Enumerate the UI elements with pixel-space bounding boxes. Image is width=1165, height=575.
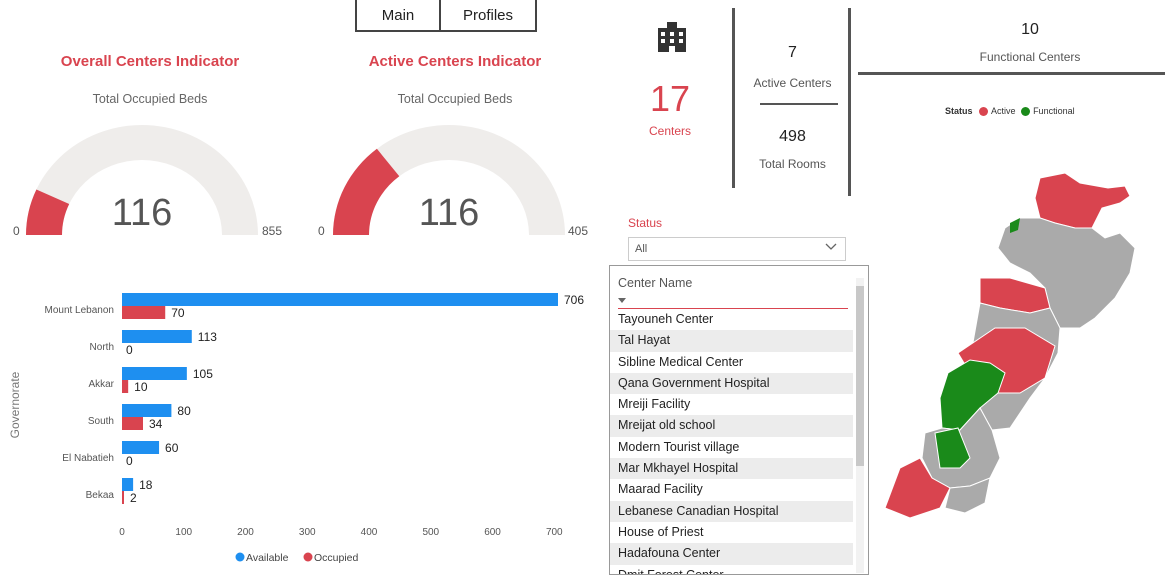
map-legend: Status Active Functional: [945, 106, 1075, 117]
main-button[interactable]: Main: [355, 0, 441, 32]
kpi-divider: [732, 8, 735, 188]
table-row[interactable]: Dmit Forest Center: [610, 565, 853, 574]
centers-label: Centers: [648, 124, 692, 138]
total-rooms-label: Total Rooms: [759, 157, 826, 171]
legend-label: Available: [246, 552, 289, 564]
functional-legend-dot: [1021, 107, 1031, 117]
table-row[interactable]: Tayouneh Center: [610, 309, 853, 330]
map-legend-title: Status: [945, 106, 973, 116]
governorate-bar-chart: Mount Lebanon 706 70 North 113 0 Akkar 105 10 Sou…: [8, 293, 584, 564]
status-dropdown-value: All: [635, 243, 648, 255]
active-gauge-title: Active Centers Indicator: [368, 53, 542, 70]
bar-occupied[interactable]: [122, 380, 129, 393]
data-label: 70: [171, 306, 185, 320]
active-centers-label: Active Centers: [753, 76, 832, 90]
bar-occupied[interactable]: [122, 491, 124, 504]
data-label: 0: [126, 343, 133, 357]
table-row[interactable]: House of Priest: [610, 522, 853, 543]
kpi-divider: [858, 72, 1165, 75]
active-legend-dot: [979, 107, 989, 117]
table-row[interactable]: Tal Hayat: [610, 330, 853, 352]
overall-gauge-title: Overall Centers Indicator: [60, 53, 240, 70]
center-name-table[interactable]: Center Name Tayouneh Center Tal Hayat Sibl…: [609, 265, 869, 575]
table-row[interactable]: Qana Government Hospital: [610, 372, 853, 395]
bar-available[interactable]: [122, 330, 192, 343]
category-label: Mount Lebanon: [44, 305, 114, 316]
table-row[interactable]: Mreiji Facility: [610, 394, 853, 415]
bar-occupied[interactable]: [122, 417, 143, 430]
kpi-divider: [848, 8, 851, 196]
status-dropdown[interactable]: All: [628, 237, 846, 261]
x-tick-label: 600: [484, 527, 501, 538]
bar-available[interactable]: [122, 441, 160, 454]
x-tick-label: 700: [546, 527, 563, 538]
category-label: South: [88, 416, 114, 427]
legend-dot-available: [235, 552, 245, 562]
centers-count: 17: [649, 78, 691, 119]
active-gauge-value: 116: [418, 192, 480, 234]
profiles-button[interactable]: Profiles: [441, 0, 537, 32]
chevron-down-icon: [825, 242, 837, 255]
x-tick-label: 400: [361, 527, 378, 538]
table-row[interactable]: Modern Tourist village: [610, 437, 853, 458]
legend-dot-occupied: [303, 552, 313, 562]
building-icon: [658, 22, 686, 52]
data-label: 105: [193, 367, 213, 381]
x-tick-label: 100: [175, 527, 192, 538]
sort-down-icon[interactable]: [618, 298, 628, 305]
map-legend-functional: Functional: [1033, 106, 1075, 116]
table-scrollbar[interactable]: [856, 278, 864, 573]
active-gauge-min: 0: [318, 224, 325, 238]
data-label: 10: [134, 380, 148, 394]
active-gauge-max: 405: [568, 224, 589, 238]
overall-gauge-min: 0: [13, 224, 20, 238]
center-name-rows: Tayouneh Center Tal Hayat Sibline Medical …: [610, 309, 853, 574]
table-row[interactable]: Sibline Medical Center: [610, 352, 853, 373]
data-label: 60: [165, 441, 179, 455]
data-label: 18: [139, 478, 153, 492]
data-label: 706: [564, 293, 584, 307]
status-slicer-title: Status: [628, 216, 663, 230]
table-row[interactable]: Hadafouna Center: [610, 543, 853, 565]
overall-gauge-value: 116: [111, 192, 173, 234]
data-label: 80: [177, 404, 191, 418]
bar-available[interactable]: [122, 367, 187, 380]
bar-available[interactable]: [122, 478, 134, 491]
data-label: 2: [130, 491, 137, 505]
kpi-divider: [760, 103, 838, 105]
active-centers-count: 7: [788, 44, 797, 61]
category-label: North: [90, 342, 114, 353]
x-tick-label: 300: [299, 527, 316, 538]
map-legend-active: Active: [991, 106, 1016, 116]
x-tick-label: 0: [119, 527, 125, 538]
active-gauge-subtitle: Total Occupied Beds: [397, 92, 513, 106]
functional-centers-count: 10: [1021, 21, 1039, 38]
bar-available[interactable]: [122, 293, 558, 306]
y-axis-label: Governorate: [8, 371, 22, 438]
x-tick-label: 500: [422, 527, 439, 538]
total-rooms-count: 498: [779, 128, 806, 145]
legend-label: Occupied: [314, 552, 359, 564]
overall-gauge-max: 855: [262, 224, 283, 238]
lebanon-map[interactable]: [880, 168, 1140, 523]
table-row[interactable]: Lebanese Canadian Hospital: [610, 500, 853, 522]
table-row[interactable]: Maarad Facility: [610, 479, 853, 500]
category-label: Bekaa: [86, 490, 115, 501]
functional-centers-label: Functional Centers: [979, 50, 1081, 64]
category-label: El Nabatieh: [62, 453, 114, 464]
data-label: 0: [126, 454, 133, 468]
table-row[interactable]: Mar Mkhayel Hospital: [610, 458, 853, 480]
overall-gauge-subtitle: Total Occupied Beds: [92, 92, 208, 106]
category-label: Akkar: [88, 379, 114, 390]
map-region-akkar: [1034, 172, 1131, 229]
data-label: 113: [198, 330, 217, 344]
table-row[interactable]: Mreijat old school: [610, 415, 853, 437]
data-label: 34: [149, 417, 163, 431]
x-tick-label: 200: [237, 527, 254, 538]
center-name-header[interactable]: Center Name: [610, 266, 868, 298]
bar-available[interactable]: [122, 404, 172, 417]
bar-occupied[interactable]: [122, 306, 166, 319]
table-scrollbar-thumb[interactable]: [856, 286, 864, 466]
